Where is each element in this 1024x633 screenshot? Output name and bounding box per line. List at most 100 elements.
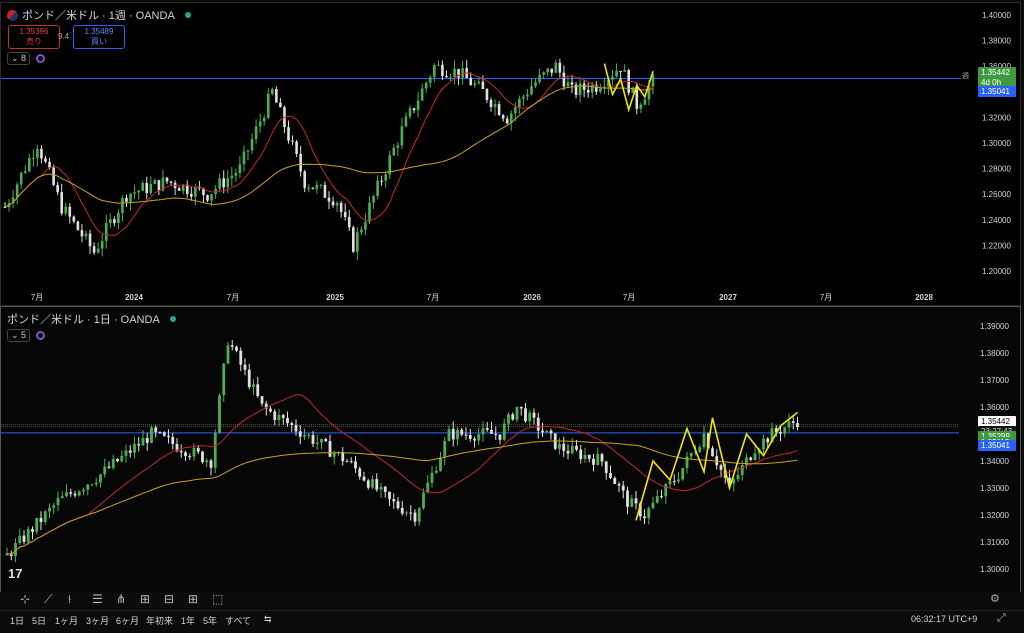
weekly-chart-pane[interactable]: 1.400001.380001.360001.340001.320001.300… (0, 2, 1021, 306)
buy-label: 買い (91, 37, 107, 46)
daily-chart-canvas[interactable]: 1.390001.380001.370001.360001.350001.340… (1, 307, 1020, 592)
range-button[interactable]: 5年 (203, 614, 217, 627)
projection-tool-icon[interactable]: ⊟ (164, 592, 174, 606)
date-range-icon[interactable]: ⇆ (264, 614, 272, 625)
candle-body (133, 192, 136, 194)
candle-body (538, 74, 541, 83)
candle-body (113, 219, 116, 224)
range-button[interactable]: すべて (225, 614, 251, 627)
candle-body (783, 427, 787, 434)
daily-chart-pane[interactable]: 1.390001.380001.370001.360001.350001.340… (0, 306, 1021, 593)
candle-body (250, 138, 254, 151)
range-button[interactable]: 6ヶ月 (116, 614, 139, 627)
candle-body (43, 511, 47, 523)
slow-moving-average-line (4, 85, 654, 208)
candle-body (384, 174, 387, 181)
candle-body (116, 458, 119, 462)
candle-body (266, 93, 270, 118)
expand-icon[interactable]: ⤢ (997, 612, 1006, 625)
indicator-collapse-chip[interactable]: ⌄ 5 (7, 329, 31, 342)
candle-body (433, 65, 436, 78)
indicator-collapse-chip[interactable]: ⌄ 8 (7, 52, 31, 65)
candle-body (295, 141, 298, 154)
candle-body (40, 148, 43, 159)
candle-body (522, 96, 525, 99)
sell-price: 1.35396 (19, 27, 49, 36)
zoom-tool-icon[interactable]: ⬚ (212, 592, 223, 606)
range-button[interactable]: 年初来 (146, 614, 173, 627)
range-button[interactable]: 3ヶ月 (86, 614, 109, 627)
weekly-chart-canvas[interactable]: 1.400001.380001.360001.340001.320001.300… (1, 3, 1020, 305)
candle-body (242, 151, 246, 165)
price-axis-label: 1.20000 (982, 267, 1011, 276)
gbpusd-symbol-icon (7, 9, 18, 21)
weekly-indicator-toggle[interactable]: ⌄ 8 (7, 52, 46, 65)
candle-body (103, 466, 107, 475)
sync-icon[interactable] (36, 331, 46, 340)
fib-tool-icon[interactable]: ☰ (92, 592, 103, 606)
price-axis-label: 1.37000 (980, 376, 1009, 385)
pitchfork-tool-icon[interactable]: ⋔ (116, 592, 126, 606)
candle-body (698, 447, 702, 452)
daily-indicator-toggle[interactable]: ⌄ 5 (7, 329, 46, 342)
candle-body (354, 461, 357, 469)
candle-body (26, 528, 30, 542)
market-open-indicator (169, 316, 176, 322)
range-button[interactable]: 1年 (181, 614, 195, 627)
candle-body (222, 178, 225, 188)
candle-body (23, 171, 27, 173)
cursor-tool-icon[interactable]: ⊹ (20, 592, 30, 606)
candle-body (121, 197, 124, 213)
measure-tool-icon[interactable]: ⊞ (188, 592, 198, 606)
candle-body (497, 104, 501, 116)
candle-body (92, 246, 96, 253)
candle-body (315, 184, 319, 189)
gear-icon[interactable]: ⚙ (990, 592, 1000, 605)
candle-body (239, 350, 243, 365)
range-button[interactable]: 5日 (32, 614, 46, 627)
candle-body (366, 480, 370, 488)
candle-body (619, 70, 622, 72)
candle-body (254, 126, 258, 139)
sync-icon[interactable] (36, 54, 46, 63)
candle-body (360, 229, 363, 233)
candle-body (104, 223, 108, 241)
candle-body (149, 184, 153, 194)
candle-body (252, 384, 255, 388)
candle-body (125, 197, 128, 202)
candle-body (341, 452, 345, 462)
trendline-tool-icon[interactable]: ⟋ (44, 592, 52, 607)
candle-body (689, 453, 693, 457)
candle-body (141, 437, 145, 446)
candle-body (489, 99, 493, 108)
candle-body (206, 195, 209, 201)
candle-body (417, 508, 421, 522)
candle-body (643, 516, 646, 519)
candle-body (218, 178, 221, 189)
buy-button[interactable]: 1.35489 買い (73, 25, 125, 49)
pattern-tool-icon[interactable]: ⊞ (140, 592, 150, 606)
candle-body (368, 202, 371, 222)
candle-body (453, 68, 456, 77)
candle-body (331, 201, 335, 206)
candle-body (460, 429, 464, 435)
candle-body (623, 70, 626, 72)
candle-body (28, 158, 31, 172)
candle-body (643, 99, 647, 105)
candle-body (298, 431, 302, 437)
candle-body (153, 180, 157, 185)
candle-body (218, 395, 221, 433)
price-axis-label: 1.33000 (980, 484, 1009, 493)
sell-button[interactable]: 1.35396 売り (8, 25, 60, 49)
range-button[interactable]: 1ヶ月 (55, 614, 78, 627)
candle-body (258, 121, 262, 127)
candle-body (226, 178, 230, 188)
range-button[interactable]: 1日 (10, 614, 24, 627)
candle-body (372, 196, 375, 203)
vertical-line-tool-icon[interactable]: ⫮ (68, 592, 71, 607)
price-axis-label: 1.38000 (980, 349, 1009, 358)
candle-body (165, 177, 169, 182)
candle-body (99, 474, 102, 483)
candle-body (400, 126, 404, 146)
candle-body (72, 216, 76, 222)
